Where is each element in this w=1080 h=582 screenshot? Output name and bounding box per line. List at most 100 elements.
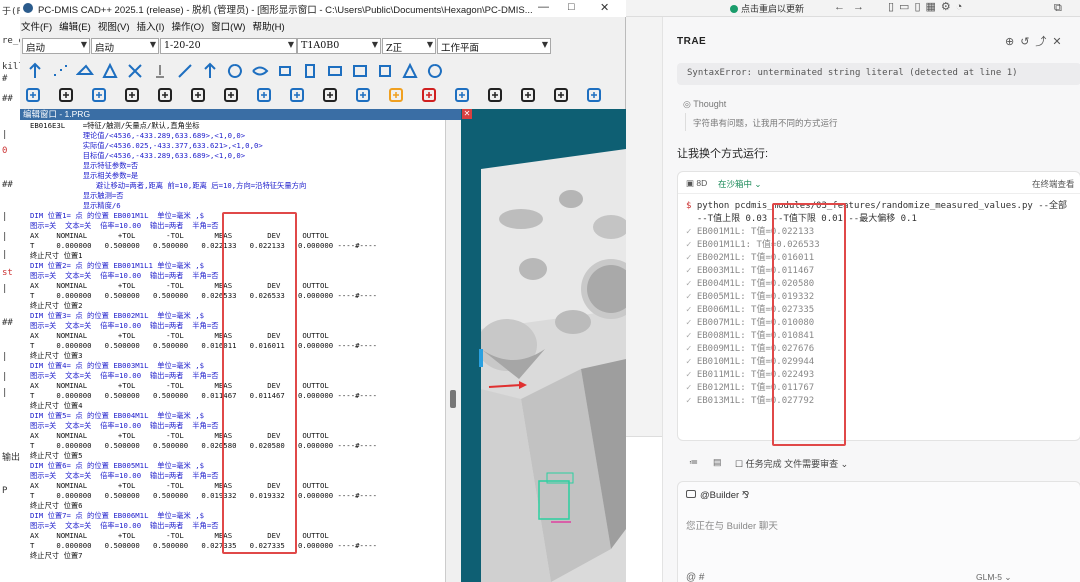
view-combo[interactable]: Z正 ▼ xyxy=(382,38,436,54)
copy-icon[interactable] xyxy=(486,86,504,104)
color-wheel-icon[interactable] xyxy=(255,86,273,104)
arrow-icon[interactable] xyxy=(453,86,471,104)
cylinder-icon[interactable] xyxy=(376,62,394,80)
scrollbar-thumb[interactable] xyxy=(450,390,456,408)
line-icon[interactable] xyxy=(176,62,194,80)
builder-chip[interactable]: @Builder ⅋ xyxy=(686,490,749,501)
ellipse-icon[interactable] xyxy=(251,62,269,80)
bg-text-line: | xyxy=(2,352,8,362)
update-button[interactable]: 点击重启以更新 xyxy=(730,2,804,15)
check-icon: ✓ xyxy=(686,266,697,276)
arrow-up-icon[interactable] xyxy=(26,62,44,80)
program-line: 显示精度/6 xyxy=(30,201,121,210)
chat-input[interactable]: @Builder ⅋ 您正在与 Builder 聊天 @ # GLM-5 ⌄ xyxy=(677,481,1080,582)
result-line: ✓ EB005M1L: T值=0.019332 xyxy=(686,291,1067,304)
cube-icon[interactable] xyxy=(57,86,75,104)
arrow-up-icon[interactable] xyxy=(201,62,219,80)
program-line: T 0.000000 0.500000 0.500000 0.027335 0.… xyxy=(30,541,378,550)
toolbar-row-2 xyxy=(20,82,626,108)
menu-item[interactable]: 帮助(H) xyxy=(252,22,284,33)
close-icon[interactable]: ✕ xyxy=(462,109,472,119)
doc-icon[interactable]: ▤ xyxy=(713,457,722,468)
mode-combo-2[interactable]: 启动 ▼ xyxy=(91,38,159,54)
maximize-button[interactable]: □ xyxy=(568,1,575,13)
trae-topbar: 点击重启以更新 ←→ ▯▭▯▦⚙◔ ⧉ xyxy=(626,0,1080,17)
slot-icon[interactable] xyxy=(276,62,294,80)
notch-icon[interactable] xyxy=(351,62,369,80)
probe-combo[interactable]: 1-20-20 ▼ xyxy=(160,38,297,54)
bg-text-line: st xyxy=(2,268,13,278)
chevron-down-icon: ▼ xyxy=(426,40,433,49)
prompt-icon: $ xyxy=(686,201,697,211)
probe-mode-icon[interactable] xyxy=(90,86,108,104)
part-model xyxy=(461,149,626,582)
construct-icon[interactable] xyxy=(321,86,339,104)
auto-feature-icon[interactable] xyxy=(126,62,144,80)
bg-text-line: | xyxy=(2,250,8,260)
edit-scrollbar[interactable] xyxy=(445,120,461,582)
align-icon[interactable] xyxy=(24,86,42,104)
terminal-output: $ python pcdmis_modules/03_features/rand… xyxy=(686,200,1067,408)
result-line: ✓ EB007M1L: T值=0.010080 xyxy=(686,317,1067,330)
thought-header[interactable]: ◎ Thought xyxy=(683,99,726,110)
play-icon[interactable] xyxy=(585,86,603,104)
close-button[interactable]: ✕ xyxy=(600,1,609,14)
check-icon: ✓ xyxy=(686,370,697,380)
view-in-terminal-link[interactable]: 在终端查看 xyxy=(1032,178,1075,190)
grid-icon[interactable] xyxy=(420,86,438,104)
menu-item[interactable]: 插入(I) xyxy=(136,22,164,33)
result-line: ✓ EB001M1L1: T值=0.026533 xyxy=(686,239,1067,252)
bg-text-line: P xyxy=(2,486,8,496)
program-text[interactable]: EB016E3L =特征/触测/矢量点/默认,直角坐标 理论值/<4536,-4… xyxy=(30,121,377,561)
square-slot-icon[interactable] xyxy=(301,62,319,80)
list-icon[interactable]: ≔ xyxy=(689,457,698,468)
menu-item[interactable]: 视图(V) xyxy=(98,22,130,33)
program-line: T 0.000000 0.500000 0.500000 0.011467 0.… xyxy=(30,391,378,400)
check-icon: ✓ xyxy=(686,318,697,328)
circle-icon[interactable] xyxy=(226,62,244,80)
plane-icon[interactable] xyxy=(75,62,94,80)
menu-item[interactable]: 操作(O) xyxy=(171,22,204,33)
menu-item[interactable]: 窗口(W) xyxy=(211,22,245,33)
restore-icon[interactable]: ⧉ xyxy=(1054,2,1062,15)
points-icon[interactable] xyxy=(51,62,69,80)
axis-icon[interactable] xyxy=(354,86,372,104)
nav-arrows[interactable]: ←→ xyxy=(834,1,872,13)
mention-icons[interactable]: @ # xyxy=(686,572,705,582)
input-footer: @ # GLM-5 ⌄ xyxy=(686,572,1011,582)
check-icon: ✓ xyxy=(686,253,697,263)
program-line: 终止尺寸 位置2 xyxy=(30,301,83,310)
program-line: T 0.000000 0.500000 0.500000 0.026533 0.… xyxy=(30,291,378,300)
layout-icons[interactable]: ▯▭▯▦⚙◔ xyxy=(888,0,967,13)
triangle-icon[interactable] xyxy=(101,62,119,80)
tip-combo[interactable]: T1A0B0 ▼ xyxy=(297,38,381,54)
panel-header-icons[interactable]: ⊕↺⤴✕ xyxy=(1005,33,1068,49)
model-selector[interactable]: GLM-5 ⌄ xyxy=(976,572,1011,582)
measure-icon[interactable] xyxy=(288,86,306,104)
path-icon[interactable] xyxy=(519,86,537,104)
mode-combo-1[interactable]: 启动 ▼ xyxy=(22,38,90,54)
settings-icon[interactable] xyxy=(189,86,207,104)
circle-tool-icon[interactable] xyxy=(387,86,405,104)
pcdmis-app-icon xyxy=(23,3,33,13)
graphics-viewport[interactable]: ✕ xyxy=(461,109,626,582)
task-status[interactable]: ☐ 任务完成 文件需要审查 ⌄ xyxy=(735,457,848,470)
check-icon[interactable] xyxy=(552,86,570,104)
builder-icon xyxy=(686,490,696,498)
sandbox-status[interactable]: 在沙箱中 ⌄ xyxy=(718,178,762,190)
command-line-2: --T值上限 0.03 --T值下限 0.01 --最大偏移 0.1 xyxy=(686,213,1067,226)
program-line: DIM 位置7= 点 的位置 EB006M1L 单位=毫米 ,$ xyxy=(30,511,205,520)
minimize-button[interactable]: — xyxy=(538,1,549,13)
move-icon[interactable] xyxy=(123,86,141,104)
cone-icon[interactable] xyxy=(401,62,419,80)
cylinder-slot-icon[interactable] xyxy=(326,62,344,80)
menu-item[interactable]: 编辑(E) xyxy=(59,22,91,33)
update-icon xyxy=(730,5,738,13)
scatter-icon[interactable] xyxy=(222,86,240,104)
menu-item[interactable]: 文件(F) xyxy=(21,22,52,33)
program-line: 目标值/<4536,-433.289,633.689>,<1,0,0> xyxy=(30,151,246,160)
workplane-combo[interactable]: 工作平面 ▼ xyxy=(437,38,551,54)
sphere-icon[interactable] xyxy=(426,62,444,80)
probe-icon[interactable] xyxy=(151,62,169,80)
comment-icon[interactable] xyxy=(156,86,174,104)
